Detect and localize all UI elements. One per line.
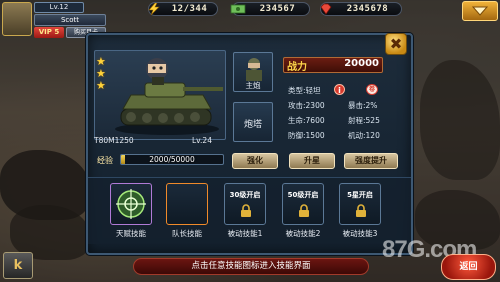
exp-progress-bar: 2000/50000 — [120, 154, 224, 165]
star-icon: ★ — [96, 79, 106, 92]
passive-skill-3-slot[interactable]: 5星开启 — [339, 183, 381, 225]
main-gun-label: 主炮 — [245, 81, 261, 90]
back-button[interactable]: 返回 — [441, 254, 496, 280]
unlock-condition: 50级开启 — [287, 191, 319, 199]
type-stat: 类型:轻坦 — [288, 86, 321, 95]
lock-icon — [299, 204, 309, 217]
hp-stat: 生命:7600 — [288, 116, 325, 125]
passive-skill-2-label: 被动技能2 — [285, 229, 321, 238]
captain-skill-label: 队长技能 — [172, 229, 202, 238]
money-value: 234567 — [259, 4, 296, 14]
power-label: 战力 — [287, 62, 307, 73]
menu-toggle-button[interactable] — [462, 1, 498, 21]
lock-icon — [356, 204, 366, 217]
passive-skill-3-label: 被动技能3 — [342, 229, 378, 238]
range-stat: 射程:525 — [348, 116, 380, 125]
stamina-value: 12/344 — [171, 4, 208, 14]
soldier-icon — [246, 58, 262, 81]
turret-slot[interactable]: 炮塔 — [233, 102, 273, 142]
skill-hint-bar: 点击任意技能图标进入技能界面 — [133, 258, 369, 275]
passive-skill-1-label: 被动技能1 — [227, 229, 263, 238]
tank-model-name: T80M1250 — [94, 136, 134, 145]
stamina-icon — [146, 3, 162, 15]
tank-image — [115, 58, 223, 135]
unlock-condition: 5星开启 — [347, 191, 373, 199]
defense-stat: 防御:1500 — [288, 131, 325, 140]
main-gun-slot[interactable]: 主炮 — [233, 52, 273, 92]
exp-label: 经验 — [97, 156, 113, 165]
star-rating: ★ ★ ★ — [96, 56, 110, 92]
crit-stat: 暴击:2% — [348, 101, 378, 110]
talent-skill-label: 天赋技能 — [116, 229, 146, 238]
tag-icon[interactable]: 卷 — [366, 84, 378, 95]
upgrade-star-button[interactable]: 升星 — [289, 153, 335, 169]
close-button[interactable]: ✖ — [385, 33, 407, 55]
unlock-condition: 30级开启 — [229, 191, 261, 199]
chevron-down-icon — [471, 6, 489, 16]
exp-progress-text: 2000/50000 — [149, 155, 195, 164]
player-level: Lv.12 — [34, 2, 84, 13]
money-bar[interactable]: 234567 — [230, 2, 310, 16]
captain-skill-slot[interactable] — [166, 183, 208, 225]
attack-stat: 攻击:2300 — [288, 101, 325, 110]
talent-skill-slot[interactable] — [110, 183, 152, 225]
lock-icon — [241, 204, 251, 217]
tank-preview[interactable] — [94, 50, 226, 140]
vip-badge[interactable]: VIP 5 — [34, 27, 64, 38]
mobility-stat: 机动:120 — [348, 131, 380, 140]
gem-bar[interactable]: 2345678 — [320, 2, 402, 16]
money-icon — [230, 3, 246, 15]
info-icon[interactable]: i — [334, 84, 345, 95]
player-name: Scott — [34, 14, 106, 26]
gem-value: 2345678 — [346, 4, 389, 14]
strength-up-button[interactable]: 强度提升 — [344, 153, 398, 169]
tank-level: Lv.24 — [192, 136, 212, 145]
gem-icon — [318, 3, 334, 15]
player-avatar[interactable] — [2, 2, 32, 36]
enhance-button[interactable]: 强化 — [232, 153, 278, 169]
side-menu-button[interactable]: k — [3, 252, 33, 279]
passive-skill-2-slot[interactable]: 50级开启 — [282, 183, 324, 225]
turret-label: 炮塔 — [243, 120, 262, 130]
stamina-bar[interactable]: 12/344 — [148, 2, 218, 16]
power-value: 20000 — [344, 58, 379, 69]
passive-skill-1-slot[interactable]: 30级开启 — [224, 183, 266, 225]
crosshair-icon — [116, 189, 146, 219]
